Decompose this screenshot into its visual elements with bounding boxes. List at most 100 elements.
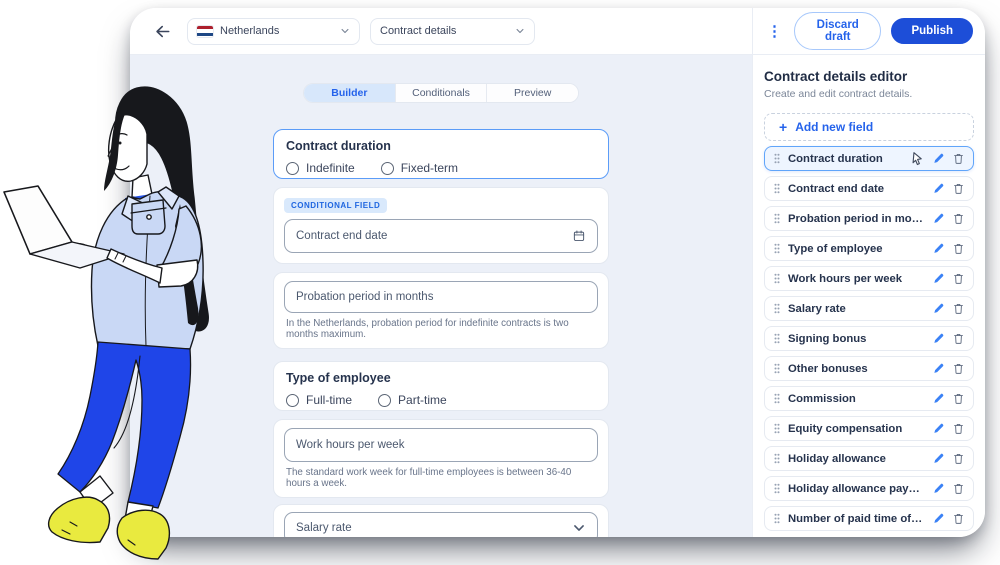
contract-details-editor-panel: Contract details editor Create and edit … — [752, 55, 985, 537]
delete-icon[interactable] — [952, 182, 965, 195]
employee-type-label: Type of employee — [286, 371, 596, 385]
radio-label: Full-time — [306, 393, 352, 407]
field-card-employee-type[interactable]: Type of employee Full-time Part-time — [273, 361, 609, 411]
field-row[interactable]: Other bonuses — [764, 356, 974, 381]
delete-icon[interactable] — [952, 302, 965, 315]
delete-icon[interactable] — [952, 242, 965, 255]
work-hours-helper-text: The standard work week for full-time emp… — [286, 467, 596, 489]
delete-icon[interactable] — [952, 422, 965, 435]
discard-draft-button[interactable]: Discard draft — [794, 12, 881, 50]
field-card-probation-period[interactable]: In the Netherlands, probation period for… — [273, 272, 609, 349]
drag-handle-icon[interactable] — [773, 392, 781, 405]
panel-title: Contract details editor — [764, 69, 974, 84]
work-hours-input[interactable] — [284, 428, 598, 462]
tab-builder[interactable]: Builder — [304, 84, 396, 102]
field-row[interactable]: Number of paid time off days — [764, 506, 974, 531]
drag-handle-icon[interactable] — [773, 182, 781, 195]
edit-icon[interactable] — [932, 422, 945, 435]
edit-icon[interactable] — [932, 512, 945, 525]
delete-icon[interactable] — [952, 452, 965, 465]
drag-handle-icon[interactable] — [773, 242, 781, 255]
field-row[interactable]: Work hours per week — [764, 266, 974, 291]
edit-icon[interactable] — [932, 392, 945, 405]
delete-icon[interactable] — [952, 152, 965, 165]
delete-icon[interactable] — [952, 272, 965, 285]
field-row-contract-duration[interactable]: Contract duration — [764, 146, 974, 171]
radio-icon[interactable] — [381, 162, 394, 175]
delete-icon[interactable] — [952, 332, 965, 345]
radio-icon[interactable] — [378, 394, 391, 407]
drag-handle-icon[interactable] — [773, 272, 781, 285]
edit-icon[interactable] — [932, 242, 945, 255]
edit-icon[interactable] — [932, 272, 945, 285]
field-card-contract-duration[interactable]: Contract duration Indefinite Fixed-term — [273, 129, 609, 179]
drag-handle-icon[interactable] — [773, 512, 781, 525]
salary-rate-select[interactable]: Salary rate — [284, 512, 598, 537]
add-new-field-button[interactable]: + Add new field — [764, 113, 974, 141]
field-row[interactable]: Contract end date — [764, 176, 974, 201]
field-row[interactable]: Salary rate — [764, 296, 974, 321]
radio-part-time[interactable]: Part-time — [378, 393, 447, 407]
radio-full-time[interactable]: Full-time — [286, 393, 352, 407]
stage: Netherlands Contract details ⋮ Discard d… — [0, 0, 1000, 565]
field-row[interactable]: Equity compensation — [764, 416, 974, 441]
edit-icon[interactable] — [932, 332, 945, 345]
radio-label: Indefinite — [306, 161, 355, 175]
radio-icon[interactable] — [286, 162, 299, 175]
edit-icon[interactable] — [932, 482, 945, 495]
field-card-work-hours[interactable]: The standard work week for full-time emp… — [273, 419, 609, 498]
arrow-left-icon — [153, 22, 172, 41]
delete-icon[interactable] — [952, 392, 965, 405]
cursor-hand-icon — [910, 151, 925, 166]
builder-column: Builder Conditionals Preview Contract du… — [273, 83, 609, 537]
more-menu-button[interactable]: ⋮ — [765, 22, 784, 41]
field-row[interactable]: Type of employee — [764, 236, 974, 261]
edit-icon[interactable] — [932, 152, 945, 165]
topbar-actions: ⋮ Discard draft Publish — [752, 8, 985, 54]
chevron-down-icon — [515, 26, 525, 36]
field-row[interactable]: Probation period in months — [764, 206, 974, 231]
field-row[interactable]: Holiday allowance — [764, 446, 974, 471]
template-select[interactable]: Contract details — [370, 18, 535, 45]
field-row[interactable]: Holiday allowance payment fre... — [764, 476, 974, 501]
delete-icon[interactable] — [952, 362, 965, 375]
drag-handle-icon[interactable] — [773, 482, 781, 495]
salary-rate-value: Salary rate — [296, 522, 572, 534]
drag-handle-icon[interactable] — [773, 302, 781, 315]
drag-handle-icon[interactable] — [773, 452, 781, 465]
field-row[interactable]: Commission — [764, 386, 974, 411]
add-new-field-label: Add new field — [795, 120, 873, 134]
field-card-salary-rate[interactable]: Salary rate — [273, 504, 609, 537]
edit-icon[interactable] — [932, 182, 945, 195]
country-select[interactable]: Netherlands — [187, 18, 360, 45]
tab-preview[interactable]: Preview — [487, 84, 578, 102]
field-row[interactable]: Signing bonus — [764, 326, 974, 351]
delete-icon[interactable] — [952, 212, 965, 225]
edit-icon[interactable] — [932, 452, 945, 465]
drag-handle-icon[interactable] — [773, 362, 781, 375]
drag-handle-icon[interactable] — [773, 212, 781, 225]
delete-icon[interactable] — [952, 512, 965, 525]
radio-fixed-term[interactable]: Fixed-term — [381, 161, 458, 175]
drag-handle-icon[interactable] — [773, 152, 781, 165]
publish-button[interactable]: Publish — [891, 18, 973, 44]
tab-conditionals[interactable]: Conditionals — [396, 84, 488, 102]
probation-period-field[interactable] — [296, 291, 586, 303]
drag-handle-icon[interactable] — [773, 332, 781, 345]
probation-helper-text: In the Netherlands, probation period for… — [286, 318, 596, 340]
contract-end-date-input[interactable] — [284, 219, 598, 253]
edit-icon[interactable] — [932, 212, 945, 225]
contract-end-date-field[interactable] — [296, 230, 572, 242]
probation-period-input[interactable] — [284, 281, 598, 313]
drag-handle-icon[interactable] — [773, 422, 781, 435]
edit-icon[interactable] — [932, 302, 945, 315]
back-button[interactable] — [150, 19, 174, 43]
delete-icon[interactable] — [952, 482, 965, 495]
topbar-left: Netherlands Contract details — [130, 8, 752, 54]
radio-icon[interactable] — [286, 394, 299, 407]
work-hours-field[interactable] — [296, 439, 586, 451]
field-card-contract-end-date[interactable]: CONDITIONAL FIELD — [273, 187, 609, 264]
radio-indefinite[interactable]: Indefinite — [286, 161, 355, 175]
chevron-down-icon — [340, 26, 350, 36]
edit-icon[interactable] — [932, 362, 945, 375]
